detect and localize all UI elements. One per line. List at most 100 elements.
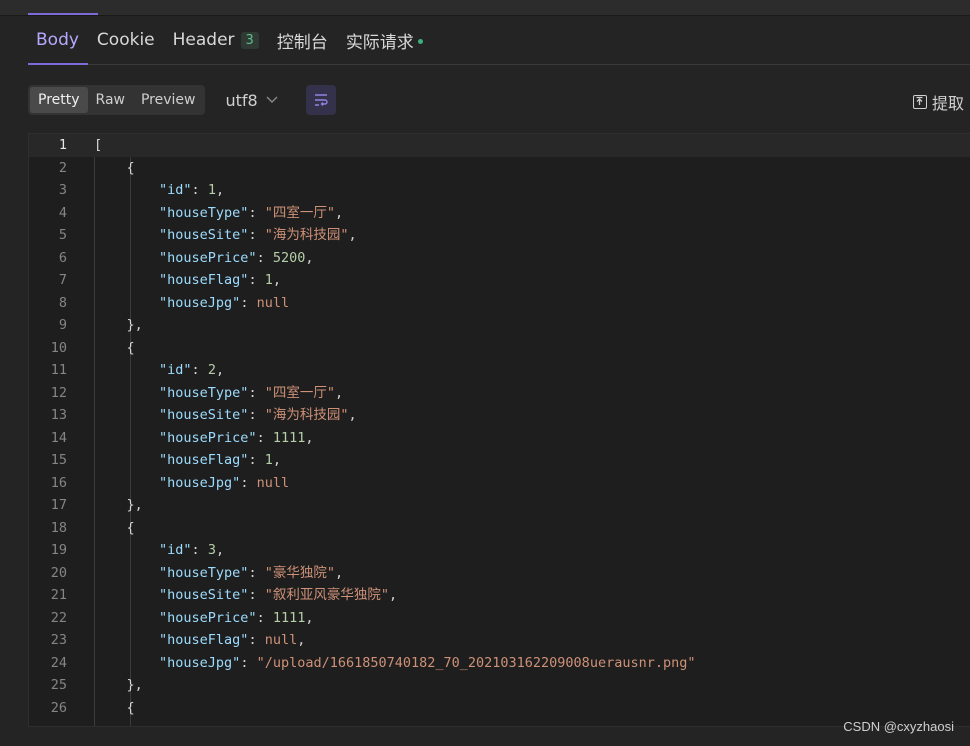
code-text: "id": 3, bbox=[159, 542, 225, 558]
extract-icon bbox=[912, 95, 927, 109]
code-line: 19 "id": 3, bbox=[29, 539, 970, 562]
code-text: "id": 2, bbox=[159, 362, 225, 378]
tab-actual-request[interactable]: 实际请求 bbox=[337, 16, 432, 64]
line-number: 18 bbox=[50, 519, 67, 536]
code-line: 12 "houseType": "四室一厅", bbox=[29, 382, 970, 405]
line-number: 16 bbox=[50, 474, 67, 491]
code-line: 7 "houseFlag": 1, bbox=[29, 269, 970, 292]
status-dot-icon bbox=[417, 38, 423, 44]
code-line: 6 "housePrice": 5200, bbox=[29, 247, 970, 270]
code-line: 13 "houseSite": "海为科技园", bbox=[29, 404, 970, 427]
code-text: "housePrice": 1111, bbox=[159, 429, 314, 446]
code-line: 5 "houseSite": "海为科技园", bbox=[29, 224, 970, 247]
code-line: 23 "houseFlag": null, bbox=[29, 629, 970, 652]
response-tabs: Body Cookie Header 3 控制台 实际请求 bbox=[28, 16, 970, 65]
code-line: 16 "houseJpg": null bbox=[29, 472, 970, 495]
header-count-badge: 3 bbox=[240, 31, 259, 49]
line-number: 9 bbox=[58, 317, 67, 333]
line-number: 6 bbox=[58, 249, 67, 266]
code-text: "houseFlag": null, bbox=[159, 632, 306, 648]
code-text: "id": 1, bbox=[159, 182, 225, 198]
line-number: 5 bbox=[58, 227, 67, 243]
tab-console-label: 控制台 bbox=[276, 32, 328, 53]
tab-header-label: Header bbox=[172, 30, 235, 50]
top-strip bbox=[0, 0, 970, 16]
code-line: 22 "housePrice": 1111, bbox=[29, 607, 970, 630]
line-number: 4 bbox=[58, 204, 67, 221]
code-text: "houseSite": "海为科技园", bbox=[159, 227, 357, 243]
code-line: 26 { bbox=[29, 697, 970, 720]
code-text: { bbox=[94, 699, 135, 716]
top-accent bbox=[28, 13, 98, 15]
line-number: 25 bbox=[50, 677, 67, 693]
code-text: "houseFlag": 1, bbox=[159, 272, 281, 288]
line-number: 12 bbox=[50, 384, 67, 401]
watermark: CSDN @cxyzhaosi bbox=[843, 719, 954, 734]
line-number: 17 bbox=[50, 497, 67, 513]
code-text: { bbox=[94, 339, 135, 356]
line-number: 24 bbox=[50, 654, 67, 671]
tab-cookie[interactable]: Cookie bbox=[88, 16, 164, 64]
body-toolbar: Pretty Raw Preview utf8 提取 bbox=[28, 84, 970, 116]
code-text: }, bbox=[94, 497, 143, 513]
code-text: "housePrice": 1111, bbox=[159, 609, 314, 626]
line-number: 11 bbox=[50, 362, 67, 378]
tab-actual-request-label: 实际请求 bbox=[345, 32, 414, 53]
code-text: "houseType": "豪华独院", bbox=[159, 564, 344, 581]
word-wrap-button[interactable] bbox=[305, 85, 336, 115]
code-line: 18 { bbox=[29, 517, 970, 540]
code-line: 9 }, bbox=[29, 314, 970, 337]
encoding-value: utf8 bbox=[225, 90, 258, 110]
tab-header[interactable]: Header 3 bbox=[164, 16, 268, 64]
line-number: 20 bbox=[50, 564, 67, 581]
response-body-editor[interactable]: 1[2 {3 "id": 1, 4 "houseType": "四室一厅", 5 "… bbox=[28, 133, 970, 727]
code-line: 3 "id": 1, bbox=[29, 179, 970, 202]
tab-body[interactable]: Body bbox=[28, 16, 88, 65]
code-text: { bbox=[94, 519, 135, 536]
line-number: 10 bbox=[50, 339, 67, 356]
code-text: }, bbox=[94, 677, 143, 693]
line-number: 1 bbox=[58, 137, 67, 153]
tab-cookie-label: Cookie bbox=[96, 30, 155, 50]
code-line: 14 "housePrice": 1111, bbox=[29, 427, 970, 450]
code-line: 17 }, bbox=[29, 494, 970, 517]
line-number: 21 bbox=[50, 587, 67, 603]
code-line: 15 "houseFlag": 1, bbox=[29, 449, 970, 472]
extract-label: 提取 bbox=[931, 94, 964, 113]
code-line: 2 { bbox=[29, 157, 970, 180]
line-number: 19 bbox=[50, 542, 67, 558]
code-line: 25 }, bbox=[29, 674, 970, 697]
tab-console[interactable]: 控制台 bbox=[268, 16, 337, 64]
chevron-down-icon bbox=[266, 94, 278, 107]
code-text: "houseSite": "海为科技园", bbox=[159, 407, 357, 423]
line-number: 13 bbox=[50, 407, 67, 423]
line-number: 26 bbox=[50, 699, 67, 716]
code-line: 21 "houseSite": "叙利亚风豪华独院", bbox=[29, 584, 970, 607]
code-line: 24 "houseJpg": "/upload/1661850740182_70… bbox=[29, 652, 970, 675]
code-text: "houseJpg": null bbox=[159, 474, 290, 491]
line-number: 2 bbox=[58, 159, 67, 176]
view-raw-button[interactable]: Raw bbox=[88, 87, 133, 113]
wrap-lines-icon bbox=[314, 94, 328, 106]
line-number: 22 bbox=[50, 609, 67, 626]
code-line: 4 "houseType": "四室一厅", bbox=[29, 202, 970, 225]
code-text: "houseType": "四室一厅", bbox=[159, 204, 344, 221]
code-text: "houseSite": "叙利亚风豪华独院", bbox=[159, 587, 398, 603]
code-line: 8 "houseJpg": null bbox=[29, 292, 970, 315]
line-number: 3 bbox=[58, 182, 67, 198]
code-line: 10 { bbox=[29, 337, 970, 360]
code-text: }, bbox=[94, 317, 143, 333]
code-line: 1[ bbox=[29, 134, 970, 157]
view-pretty-button[interactable]: Pretty bbox=[30, 87, 88, 113]
code-text: "houseJpg": "/upload/1661850740182_70_20… bbox=[159, 654, 696, 671]
line-number: 14 bbox=[50, 429, 67, 446]
line-number: 7 bbox=[58, 272, 67, 288]
line-number: 8 bbox=[58, 294, 67, 311]
encoding-select[interactable]: utf8 bbox=[225, 90, 278, 110]
code-text: "houseType": "四室一厅", bbox=[159, 384, 344, 401]
view-preview-button[interactable]: Preview bbox=[133, 87, 204, 113]
tab-body-label: Body bbox=[36, 30, 79, 50]
code-text: "houseJpg": null bbox=[159, 294, 290, 311]
code-text: "houseFlag": 1, bbox=[159, 452, 281, 468]
extract-button[interactable]: 提取 bbox=[912, 90, 964, 114]
